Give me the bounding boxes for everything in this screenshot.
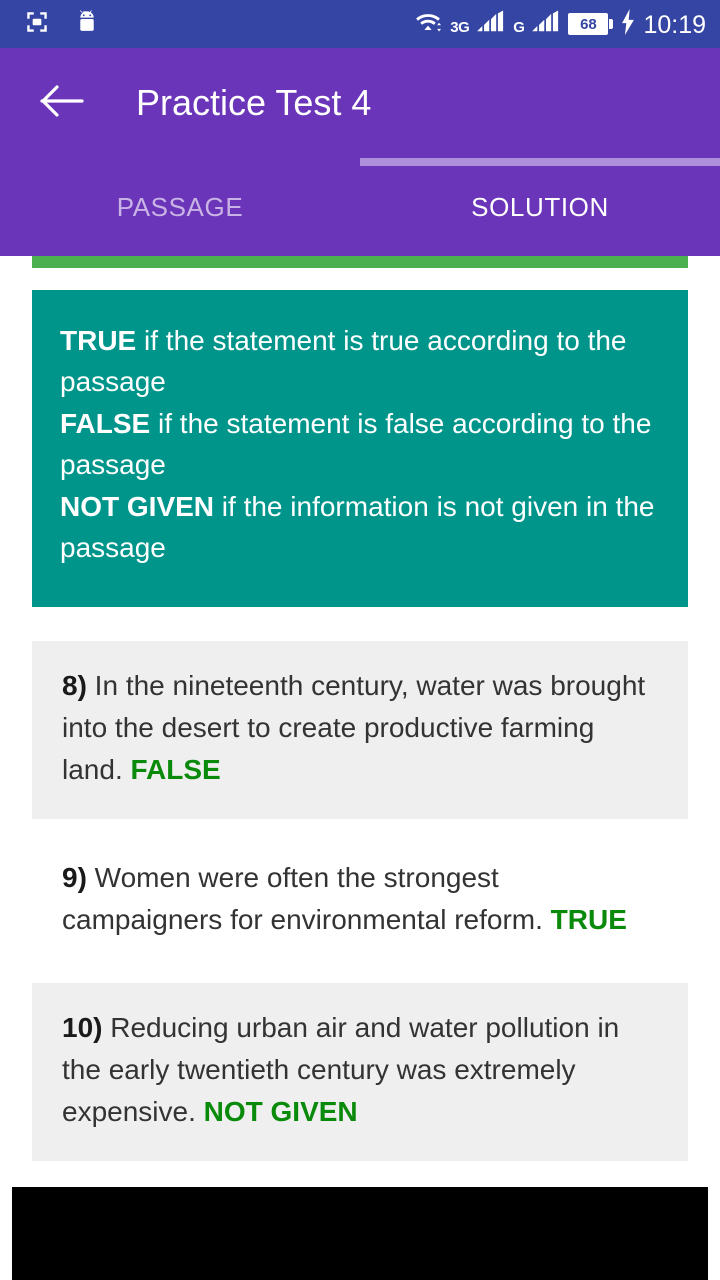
android-robot-icon (74, 9, 100, 40)
question-text: 10) Reducing urban air and water polluti… (62, 1007, 658, 1133)
question-number: 9) (62, 861, 87, 893)
tab-bar: PASSAGE SOLUTION (0, 158, 720, 256)
question-number: 8) (62, 669, 87, 701)
status-bar-clock: 10:19 (643, 10, 706, 39)
back-button[interactable] (36, 77, 88, 129)
question-text: 8) In the nineteenth century, water was … (62, 665, 658, 791)
network-type-g-label: G (513, 18, 525, 36)
signal-bars-icon (476, 9, 506, 39)
table-row[interactable]: 9) Women were often the strongest campai… (32, 832, 688, 969)
instruction-line-false: FALSE if the statement is false accordin… (60, 403, 660, 486)
instruction-keyword-false: FALSE (60, 407, 151, 439)
instruction-line-true: TRUE if the statement is true according … (60, 320, 660, 403)
answer-value: FALSE (130, 753, 221, 785)
instruction-line-not-given: NOT GIVEN if the information is not give… (60, 486, 660, 569)
instruction-keyword-true: TRUE (60, 325, 137, 356)
question-text: 9) Women were often the strongest campai… (62, 857, 658, 941)
page-title: Practice Test 4 (136, 82, 372, 123)
tab-passage-label: PASSAGE (116, 191, 244, 222)
question-statement: Women were often the strongest campaigne… (62, 861, 551, 935)
signal-bars-secondary-icon (531, 9, 561, 39)
instructions-box: TRUE if the statement is true according … (32, 290, 688, 607)
battery-indicator: 68 (568, 13, 614, 35)
answer-value: NOT GIVEN (203, 1095, 358, 1127)
instruction-keyword-not-given: NOT GIVEN (60, 490, 215, 522)
screenshot-icon (24, 9, 50, 40)
tab-solution-label: SOLUTION (471, 191, 609, 222)
tab-solution[interactable]: SOLUTION (360, 158, 720, 256)
status-bar-left-icons (24, 9, 100, 40)
question-number: 10) (62, 1011, 103, 1043)
previous-card-partial (32, 256, 688, 268)
solution-content-scroll[interactable]: TRUE if the statement is true according … (0, 256, 720, 1280)
instruction-text-true: if the statement is true according to th… (60, 325, 627, 398)
wifi-icon (413, 9, 443, 40)
answer-value: TRUE (550, 903, 627, 935)
status-bar-right-icons: 3G G 68 10:19 (413, 8, 706, 40)
battery-level-label: 68 (580, 15, 597, 33)
status-bar: 3G G 68 10:19 (0, 0, 720, 48)
network-type-3g-label: 3G (450, 18, 470, 36)
table-row[interactable]: 8) In the nineteenth century, water was … (32, 640, 688, 819)
tab-passage[interactable]: PASSAGE (0, 158, 360, 256)
charging-bolt-icon (620, 8, 636, 40)
back-arrow-icon (40, 84, 84, 123)
app-bar: Practice Test 4 (0, 48, 720, 158)
table-row[interactable]: 10) Reducing urban air and water polluti… (32, 982, 688, 1161)
app-screen: 3G G 68 10:19 Practice Test 4 PASSAGE SO… (0, 0, 720, 1280)
ad-banner[interactable] (12, 1186, 708, 1280)
tab-active-indicator (360, 158, 720, 166)
